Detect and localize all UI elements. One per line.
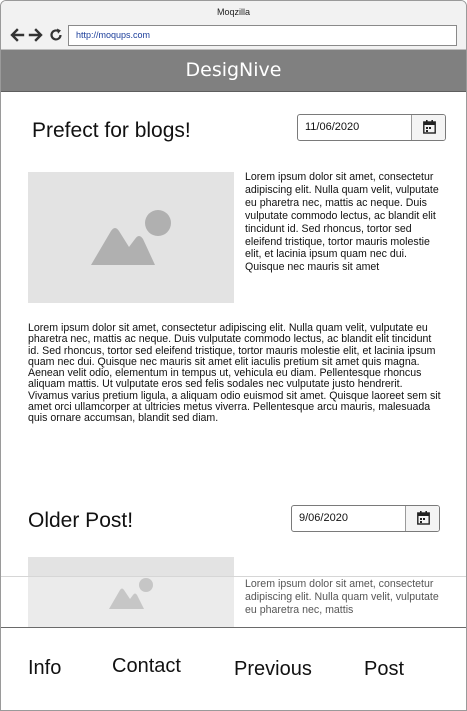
post-body: Lorem ipsum dolor sit amet, consectetur … (28, 322, 441, 425)
calendar-icon (417, 511, 430, 525)
browser-toolbar: http://moqups.com (1, 23, 466, 50)
date-picker[interactable]: 9/06/2020 (291, 505, 440, 532)
date-value[interactable]: 11/06/2020 (305, 115, 359, 140)
site-brand: DesigNive (185, 59, 282, 81)
reload-icon[interactable] (48, 27, 64, 43)
site-header: DesigNive (1, 50, 466, 92)
image-placeholder-icon (91, 210, 171, 265)
post-excerpt: Lorem ipsum dolor sit amet, consectetur … (245, 171, 439, 274)
nav-link-contact[interactable]: Contact (112, 655, 181, 678)
forward-arrow-icon[interactable] (28, 27, 44, 43)
browser-window: Moqzilla http://moqups.com DesigNive Pre… (0, 0, 467, 711)
address-bar[interactable]: http://moqups.com (68, 25, 457, 46)
calendar-button[interactable] (411, 115, 445, 140)
window-title: Moqzilla (1, 1, 466, 23)
nav-link-info[interactable]: Info (28, 657, 61, 680)
date-value[interactable]: 9/06/2020 (299, 506, 348, 531)
post-image (28, 172, 234, 303)
date-picker[interactable]: 11/06/2020 (297, 114, 446, 141)
calendar-button[interactable] (405, 506, 439, 531)
calendar-icon (423, 120, 436, 134)
back-arrow-icon[interactable] (9, 27, 25, 43)
post-title: Older Post! (28, 509, 134, 532)
nav-link-post[interactable]: Post (364, 658, 404, 681)
scroll-fade (1, 577, 466, 627)
bottom-navigation: Info Contact Previous Post (1, 627, 466, 710)
post-title: Prefect for blogs! (32, 119, 191, 142)
nav-link-previous[interactable]: Previous (234, 658, 312, 681)
